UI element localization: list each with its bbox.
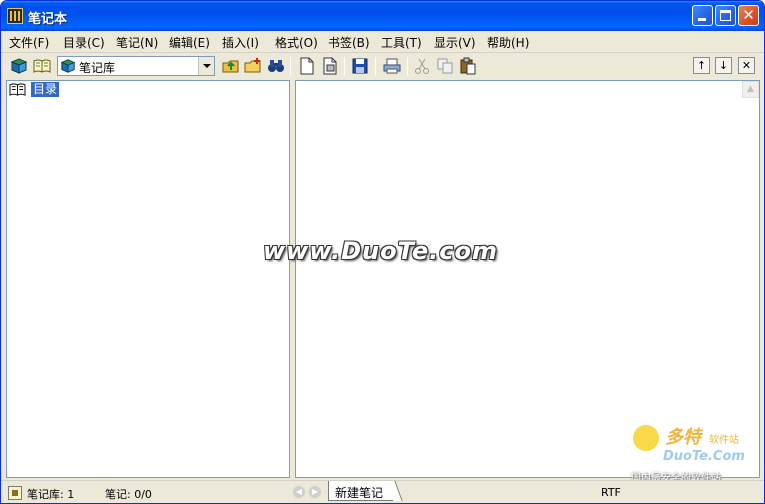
menu-view[interactable]: 显示(V) — [434, 34, 476, 51]
open-book-icon — [9, 82, 26, 97]
format-indicator: RTF — [601, 486, 621, 499]
note-count: 笔记: 0/0 — [105, 488, 152, 501]
menu-edit[interactable]: 编辑(E) — [169, 34, 210, 51]
menu-bookmark[interactable]: 书签(B) — [328, 34, 370, 51]
copy-icon[interactable] — [436, 57, 454, 75]
chevron-down-icon[interactable] — [198, 57, 214, 75]
menu-file[interactable]: 文件(F) — [9, 34, 49, 51]
catalog-tree-panel[interactable]: 目录 — [6, 80, 290, 478]
menu-help[interactable]: 帮助(H) — [487, 34, 529, 51]
mascot-icon — [633, 425, 659, 451]
toolbar: 笔记库 ↑ ↓ ✕ — [1, 54, 764, 79]
logo-sub: 软件站 — [709, 435, 739, 446]
cut-icon[interactable] — [413, 57, 431, 75]
library-select-value: 笔记库 — [79, 61, 116, 75]
status-bar: 笔记库: 1 笔记: 0/0 ◀ ▶ 新建笔记 RTF — [1, 480, 764, 503]
new-folder-icon[interactable] — [244, 57, 262, 75]
close-icon: ✕ — [741, 59, 752, 72]
new-note-from-file-icon[interactable] — [321, 57, 339, 75]
logo-en: DuoTe.Com — [663, 449, 745, 464]
menu-format[interactable]: 格式(O) — [275, 34, 318, 51]
move-up-button[interactable]: ↑ — [693, 57, 710, 74]
binoculars-icon[interactable] — [267, 57, 285, 75]
logo-cn: 多特 — [665, 427, 701, 448]
tab-scroll-right-icon[interactable]: ▶ — [309, 486, 321, 498]
folder-up-icon[interactable] — [222, 57, 240, 75]
toolbar-separator — [407, 57, 408, 76]
library-icon[interactable] — [10, 57, 28, 75]
tree-root-label: 目录 — [31, 82, 60, 97]
menu-catalog[interactable]: 目录(C) — [63, 34, 105, 51]
tab-scroll-left-icon[interactable]: ◀ — [293, 486, 305, 498]
move-down-button[interactable]: ↓ — [715, 57, 732, 74]
maximize-icon — [720, 10, 731, 21]
arrow-down-icon: ↓ — [718, 59, 729, 72]
toolbar-separator — [290, 57, 291, 76]
app-window: 笔记本 ✕ 文件(F) 目录(C) 笔记(N) 编辑(E) 插入(I) 格式(O… — [0, 0, 765, 504]
library-select[interactable]: 笔记库 — [57, 56, 215, 76]
close-window-button[interactable]: ✕ — [738, 5, 759, 26]
minimize-icon — [698, 18, 706, 21]
library-icon — [60, 58, 76, 74]
paste-icon[interactable] — [459, 57, 477, 75]
tab-new-note[interactable]: 新建笔记 — [328, 481, 394, 501]
new-note-icon[interactable] — [298, 57, 316, 75]
window-title: 笔记本 — [28, 12, 68, 27]
watermark-text: www.DuoTe.com — [263, 237, 498, 265]
arrow-up-icon: ↑ — [696, 59, 707, 72]
scroll-up-icon[interactable]: ▲ — [742, 81, 759, 98]
close-icon: ✕ — [742, 6, 755, 24]
minimize-button[interactable] — [692, 5, 713, 26]
menu-insert[interactable]: 插入(I) — [222, 34, 259, 51]
maximize-button[interactable] — [715, 5, 736, 26]
close-note-button[interactable]: ✕ — [738, 57, 755, 74]
menu-note[interactable]: 笔记(N) — [116, 34, 158, 51]
vertical-scrollbar[interactable]: ▲ — [742, 81, 759, 477]
menu-bar: 文件(F) 目录(C) 笔记(N) 编辑(E) 插入(I) 格式(O) 书签(B… — [1, 31, 764, 53]
title-bar[interactable]: 笔记本 ✕ — [1, 1, 764, 31]
open-book-icon[interactable] — [33, 57, 51, 75]
library-count: 笔记库: 1 — [27, 488, 75, 501]
toolbar-separator — [344, 57, 345, 76]
print-icon[interactable] — [383, 57, 401, 75]
library-status-icon — [8, 486, 22, 500]
notebook-app-icon — [7, 8, 23, 24]
menu-tools[interactable]: 工具(T) — [381, 34, 422, 51]
save-icon[interactable] — [351, 57, 369, 75]
toolbar-separator — [375, 57, 376, 76]
